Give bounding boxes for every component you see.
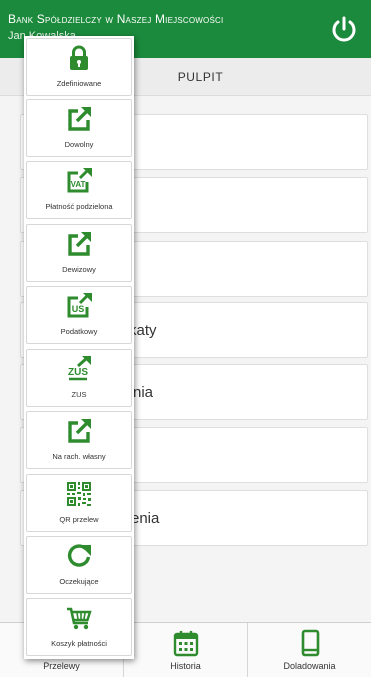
external-arrow-icon	[68, 232, 91, 256]
menu-item-label: QR przelew	[59, 515, 99, 524]
power-icon[interactable]	[329, 14, 359, 44]
lock-icon	[70, 45, 88, 70]
tab-doladowania[interactable]: Doladowania	[248, 623, 371, 677]
qr-code-icon	[67, 482, 91, 506]
menu-item-label: Oczekujące	[59, 577, 99, 586]
menu-item-label: Płatność podzielona	[45, 202, 113, 211]
menu-item-qr-przelew[interactable]: QR przelew	[26, 474, 132, 532]
menu-item-label: Zdefiniowane	[56, 79, 102, 88]
menu-item-oczekujace[interactable]: Oczekujące	[26, 536, 132, 594]
vat-icon: VAT	[67, 168, 92, 193]
menu-item-label: Dowolny	[64, 140, 94, 149]
menu-item-dowolny[interactable]: Dowolny	[26, 99, 132, 157]
svg-text:ZUS: ZUS	[68, 367, 88, 378]
card-label: nia	[133, 384, 154, 401]
menu-item-label: Podatkowy	[60, 327, 98, 336]
card-label: enia	[131, 510, 160, 527]
bank-name: Bank Spółdzielczy w Naszej Miejscowości	[8, 12, 224, 26]
menu-item-dewizowy[interactable]: Dewizowy	[26, 224, 132, 282]
external-arrow-icon	[68, 419, 91, 443]
cart-icon	[67, 607, 92, 630]
transfer-type-menu: Zdefiniowane Dowolny VAT Płatność podzie…	[24, 36, 134, 659]
menu-item-label: Koszyk płatności	[51, 639, 107, 648]
tab-label: Historia	[170, 661, 201, 671]
menu-item-podatkowy[interactable]: US Podatkowy	[26, 286, 132, 344]
svg-text:VAT: VAT	[71, 180, 86, 189]
app-screen: Bank Spółdzielczy w Naszej Miejscowości …	[0, 0, 371, 677]
menu-item-label: ZUS	[71, 390, 87, 399]
external-arrow-icon	[68, 107, 91, 131]
calendar-icon	[173, 631, 198, 657]
svg-text:US: US	[72, 304, 85, 314]
menu-item-zdefiniowane[interactable]: Zdefiniowane	[26, 38, 132, 96]
menu-item-label: Dewizowy	[62, 265, 96, 274]
zus-icon: ZUS	[68, 356, 91, 381]
menu-item-platnosc-podzielona[interactable]: VAT Płatność podzielona	[26, 161, 132, 219]
phone-icon	[301, 629, 319, 657]
us-tax-icon: US	[67, 293, 92, 318]
refresh-icon	[67, 544, 91, 567]
tab-historia[interactable]: Historia	[124, 623, 248, 677]
menu-item-koszyk-platnosci[interactable]: Koszyk płatności	[26, 598, 132, 656]
menu-item-na-rach-wlasny[interactable]: Na rach. własny	[26, 411, 132, 469]
tab-label: Przelewy	[43, 661, 80, 671]
menu-item-zus[interactable]: ZUS ZUS	[26, 349, 132, 407]
tab-label: Doladowania	[283, 661, 336, 671]
menu-item-label: Na rach. własny	[52, 452, 106, 461]
